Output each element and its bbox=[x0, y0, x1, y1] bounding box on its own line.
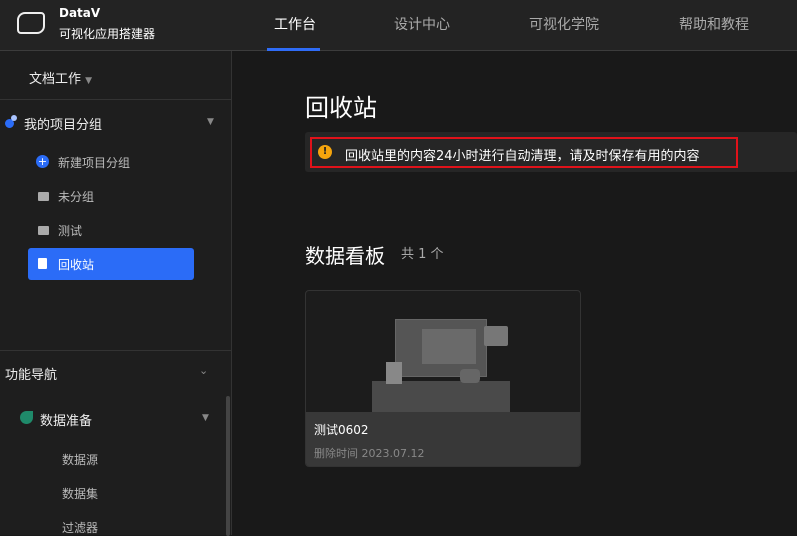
alert-text: 回收站里的内容24小时进行自动清理，请及时保存有用的内容 bbox=[345, 149, 700, 164]
page-title: 回收站 bbox=[305, 94, 377, 122]
brand-subtitle: 可视化应用搭建器 bbox=[59, 27, 156, 41]
divider bbox=[0, 350, 231, 351]
divider bbox=[0, 99, 231, 100]
item-count: 共 1 个 bbox=[401, 247, 444, 262]
nav-item-data-source[interactable]: 数据源 bbox=[62, 451, 98, 468]
nav-item-dataset[interactable]: 数据集 bbox=[62, 485, 98, 502]
sidebar: 文档工作 ▼ 我的项目分组 ▼ + 新建项目分组 未分组 测试 回收站 功能导航… bbox=[0, 51, 232, 536]
card-deleted-time: 删除时间 2023.07.12 bbox=[314, 447, 425, 460]
card-name: 测试0602 bbox=[314, 423, 369, 437]
folder-icon bbox=[38, 192, 49, 201]
caret-down-icon[interactable]: ▼ bbox=[202, 413, 209, 423]
section-title: 数据看板 bbox=[305, 244, 385, 268]
caret-down-icon: ▼ bbox=[85, 76, 93, 86]
sidebar-item-label: 回收站 bbox=[58, 258, 95, 272]
nav-help[interactable]: 帮助和教程 bbox=[679, 14, 749, 34]
sidebar-item-test[interactable]: 测试 bbox=[58, 222, 82, 239]
workspace-selector[interactable]: 文档工作 ▼ bbox=[29, 68, 92, 87]
data-prep-icon bbox=[20, 411, 33, 424]
sidebar-item-recycle-bin[interactable]: 回收站 bbox=[28, 248, 194, 280]
function-nav-title: 功能导航 bbox=[5, 368, 58, 383]
collapse-double-chevron-icon[interactable]: ⌄ bbox=[199, 364, 208, 377]
folder-icon bbox=[38, 226, 49, 235]
sidebar-item-new-group[interactable]: 新建项目分组 bbox=[58, 154, 130, 171]
datav-logo-icon bbox=[17, 12, 45, 34]
nav-design-center[interactable]: 设计中心 bbox=[394, 14, 450, 34]
sidebar-item-ungrouped[interactable]: 未分组 bbox=[58, 188, 94, 205]
top-header: DataV 可视化应用搭建器 工作台 设计中心 可视化学院 帮助和教程 bbox=[0, 0, 797, 51]
card-footer: 测试0602 删除时间 2023.07.12 bbox=[306, 412, 580, 466]
sidebar-scrollbar[interactable] bbox=[226, 396, 230, 536]
nav-active-indicator bbox=[267, 48, 320, 51]
caret-down-icon[interactable]: ▼ bbox=[207, 117, 214, 127]
nav-workbench[interactable]: 工作台 bbox=[274, 14, 316, 34]
brand-name: DataV bbox=[59, 6, 101, 20]
nav-item-filter[interactable]: 过滤器 bbox=[62, 519, 98, 536]
trash-icon bbox=[38, 258, 47, 269]
warning-icon: ! bbox=[318, 145, 332, 159]
project-group-title[interactable]: 我的项目分组 bbox=[24, 114, 102, 133]
card-thumbnail bbox=[306, 291, 580, 412]
dashboard-card[interactable]: 测试0602 删除时间 2023.07.12 bbox=[305, 290, 581, 467]
project-group-icon bbox=[5, 115, 19, 129]
nav-academy[interactable]: 可视化学院 bbox=[529, 14, 599, 34]
data-prep-title[interactable]: 数据准备 bbox=[40, 410, 92, 429]
workspace-label: 文档工作 bbox=[29, 72, 82, 87]
plus-circle-icon: + bbox=[36, 155, 49, 168]
